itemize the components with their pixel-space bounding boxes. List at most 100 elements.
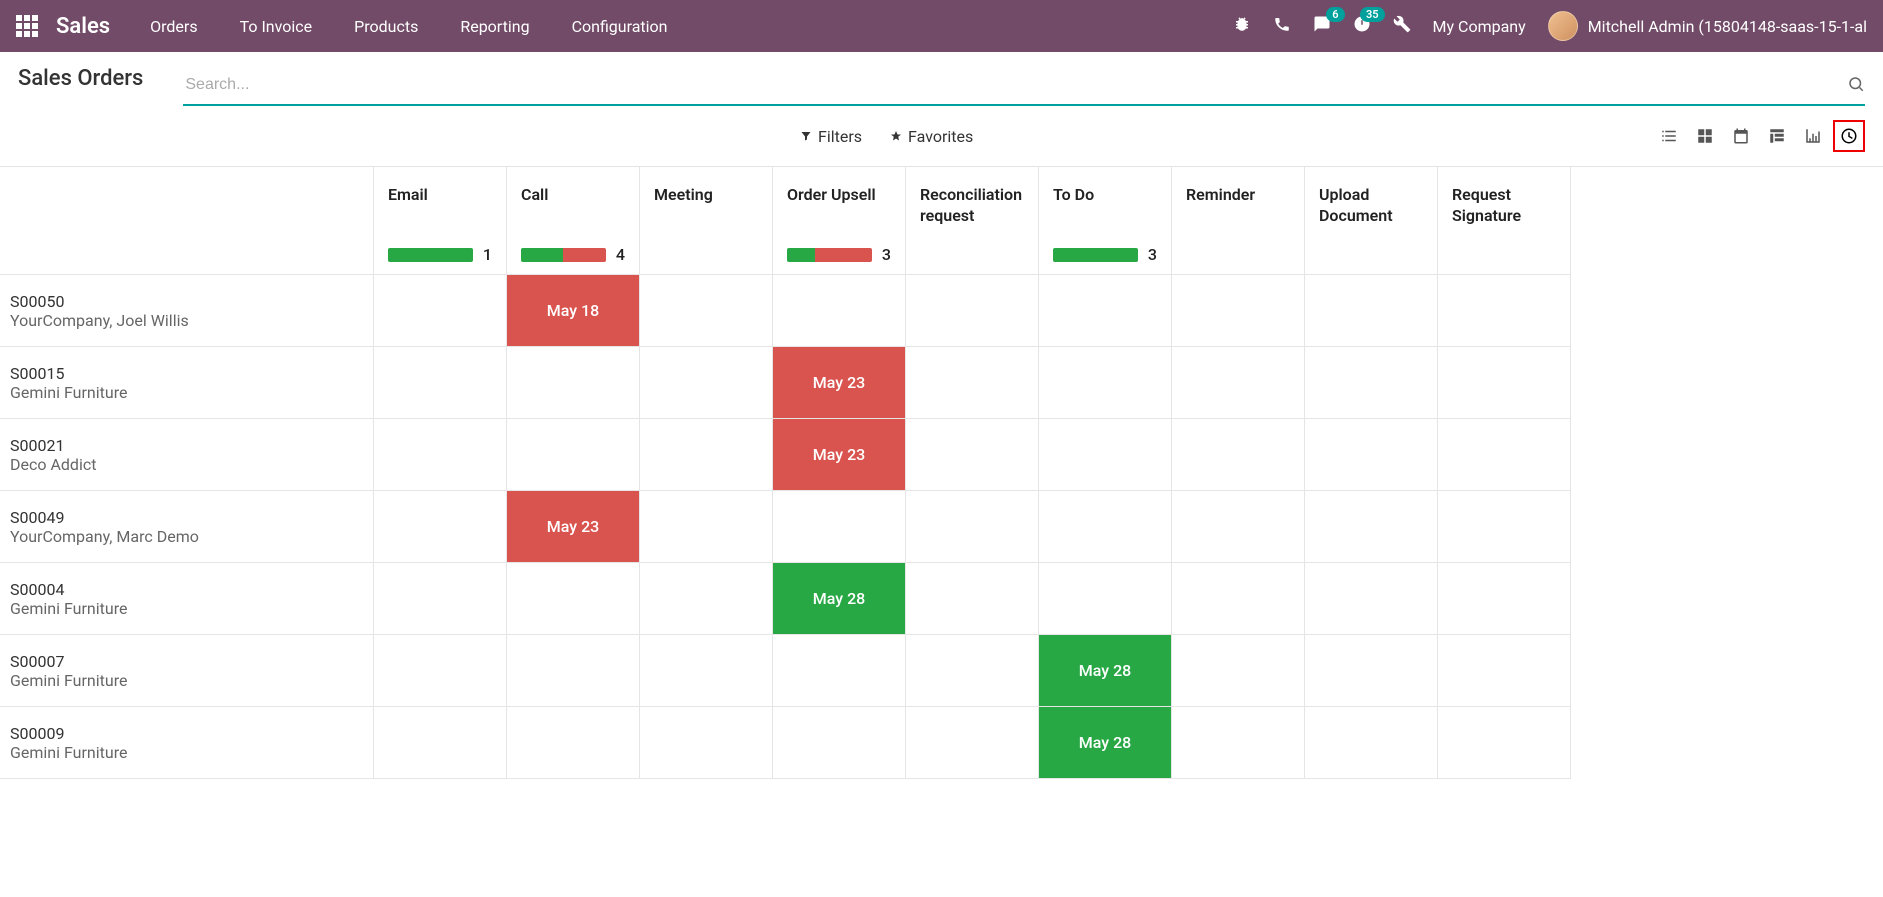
tools-icon[interactable] <box>1393 15 1411 37</box>
data-cell[interactable] <box>906 491 1039 563</box>
data-cell[interactable] <box>1305 491 1438 563</box>
row-header[interactable]: S00050YourCompany, Joel Willis <box>0 275 374 347</box>
data-cell[interactable] <box>773 275 906 347</box>
filters-button[interactable]: Filters <box>800 127 862 146</box>
data-cell[interactable] <box>640 491 773 563</box>
data-cell[interactable] <box>906 635 1039 707</box>
col-header[interactable]: Order Upsell3 <box>773 167 906 275</box>
search-input[interactable] <box>183 70 1847 100</box>
data-cell[interactable] <box>1039 419 1172 491</box>
col-header[interactable]: To Do3 <box>1039 167 1172 275</box>
data-cell[interactable]: May 28 <box>1039 635 1172 707</box>
data-cell[interactable] <box>1305 707 1438 779</box>
data-cell[interactable] <box>1438 275 1571 347</box>
data-cell[interactable] <box>906 563 1039 635</box>
activity-card[interactable]: May 28 <box>773 563 905 634</box>
data-cell[interactable] <box>1305 563 1438 635</box>
data-cell[interactable] <box>374 347 507 419</box>
data-cell[interactable] <box>1172 275 1305 347</box>
activities-icon[interactable]: 35 <box>1353 15 1371 37</box>
data-cell[interactable] <box>1039 563 1172 635</box>
view-pivot-button[interactable] <box>1761 120 1793 152</box>
nav-products[interactable]: Products <box>354 17 418 36</box>
data-cell[interactable] <box>507 419 640 491</box>
data-cell[interactable] <box>507 563 640 635</box>
view-graph-button[interactable] <box>1797 120 1829 152</box>
data-cell[interactable]: May 28 <box>1039 707 1172 779</box>
data-cell[interactable] <box>1305 347 1438 419</box>
data-cell[interactable] <box>1172 563 1305 635</box>
data-cell[interactable]: May 23 <box>773 419 906 491</box>
data-cell[interactable] <box>1172 347 1305 419</box>
view-activity-button[interactable] <box>1833 120 1865 152</box>
nav-reporting[interactable]: Reporting <box>460 17 529 36</box>
data-cell[interactable]: May 28 <box>773 563 906 635</box>
col-header[interactable]: Email1 <box>374 167 507 275</box>
data-cell[interactable] <box>773 707 906 779</box>
activity-card[interactable]: May 28 <box>1039 707 1171 778</box>
data-cell[interactable] <box>1438 563 1571 635</box>
company-switcher[interactable]: My Company <box>1433 17 1526 36</box>
data-cell[interactable] <box>1438 707 1571 779</box>
data-cell[interactable] <box>773 491 906 563</box>
data-cell[interactable] <box>507 707 640 779</box>
data-cell[interactable] <box>906 347 1039 419</box>
progress-bar[interactable] <box>521 248 606 262</box>
data-cell[interactable] <box>1172 635 1305 707</box>
activity-card[interactable]: May 18 <box>507 275 639 346</box>
data-cell[interactable] <box>640 635 773 707</box>
bug-icon[interactable] <box>1233 15 1251 37</box>
data-cell[interactable] <box>374 419 507 491</box>
view-calendar-button[interactable] <box>1725 120 1757 152</box>
data-cell[interactable] <box>640 347 773 419</box>
activity-card[interactable]: May 28 <box>1039 635 1171 706</box>
col-header[interactable]: Request Signature <box>1438 167 1571 275</box>
data-cell[interactable] <box>1305 635 1438 707</box>
data-cell[interactable] <box>640 419 773 491</box>
nav-configuration[interactable]: Configuration <box>572 17 668 36</box>
data-cell[interactable] <box>507 347 640 419</box>
phone-icon[interactable] <box>1273 15 1291 37</box>
view-list-button[interactable] <box>1653 120 1685 152</box>
user-menu[interactable]: Mitchell Admin (15804148-saas-15-1-al <box>1548 11 1867 41</box>
data-cell[interactable] <box>1438 491 1571 563</box>
search-button[interactable] <box>1847 75 1865 96</box>
data-cell[interactable] <box>374 491 507 563</box>
row-header[interactable]: S00009Gemini Furniture <box>0 707 374 779</box>
data-cell[interactable]: May 18 <box>507 275 640 347</box>
data-cell[interactable] <box>1438 635 1571 707</box>
data-cell[interactable] <box>1039 275 1172 347</box>
row-header[interactable]: S00004Gemini Furniture <box>0 563 374 635</box>
data-cell[interactable] <box>374 275 507 347</box>
nav-to-invoice[interactable]: To Invoice <box>240 17 313 36</box>
progress-bar[interactable] <box>1053 248 1138 262</box>
progress-bar[interactable] <box>787 248 872 262</box>
app-name[interactable]: Sales <box>56 14 110 39</box>
data-cell[interactable] <box>773 635 906 707</box>
progress-bar[interactable] <box>388 248 473 262</box>
data-cell[interactable] <box>374 635 507 707</box>
nav-orders[interactable]: Orders <box>150 17 197 36</box>
data-cell[interactable] <box>906 707 1039 779</box>
data-cell[interactable] <box>1039 347 1172 419</box>
data-cell[interactable] <box>906 419 1039 491</box>
activity-card[interactable]: May 23 <box>773 347 905 418</box>
data-cell[interactable] <box>1305 419 1438 491</box>
data-cell[interactable] <box>1305 275 1438 347</box>
data-cell[interactable] <box>1438 419 1571 491</box>
data-cell[interactable] <box>1172 491 1305 563</box>
data-cell[interactable] <box>374 707 507 779</box>
messages-icon[interactable]: 6 <box>1313 15 1331 37</box>
data-cell[interactable] <box>640 563 773 635</box>
data-cell[interactable]: May 23 <box>773 347 906 419</box>
col-header[interactable]: Upload Document <box>1305 167 1438 275</box>
col-header[interactable]: Call4 <box>507 167 640 275</box>
data-cell[interactable] <box>906 275 1039 347</box>
activity-card[interactable]: May 23 <box>773 419 905 490</box>
data-cell[interactable] <box>1438 347 1571 419</box>
col-header[interactable]: Reminder <box>1172 167 1305 275</box>
data-cell[interactable] <box>507 635 640 707</box>
activity-card[interactable]: May 23 <box>507 491 639 562</box>
data-cell[interactable] <box>1172 707 1305 779</box>
row-header[interactable]: S00015Gemini Furniture <box>0 347 374 419</box>
